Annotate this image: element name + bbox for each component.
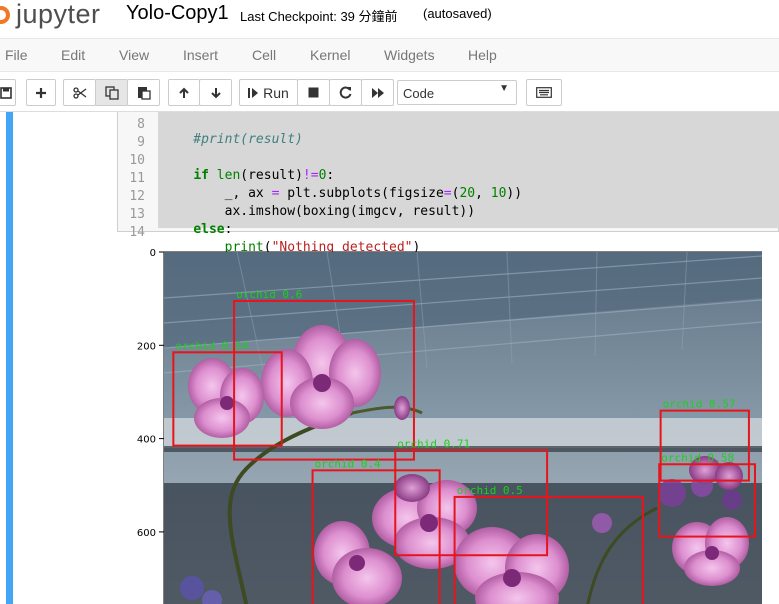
restart-kernel-button[interactable]	[329, 79, 362, 106]
plus-icon	[36, 87, 46, 98]
command-palette-button[interactable]	[526, 79, 562, 106]
cell-type-value: Code	[403, 86, 435, 101]
notebook-container[interactable]: 8 #print(result) 9 10 if len(result)!=0:…	[0, 112, 779, 604]
detection-label: orchid 0.6	[236, 288, 302, 301]
header: jupyter Yolo-Copy1 Last Checkpoint: 39 分…	[0, 0, 779, 38]
move-up-button[interactable]	[168, 79, 200, 106]
menu-widgets[interactable]: Widgets	[384, 47, 435, 63]
photo-orchids	[164, 252, 762, 604]
restart-icon	[339, 86, 352, 99]
cut-button[interactable]	[63, 79, 96, 106]
code-text: #print(result)	[162, 132, 303, 147]
line-number: 8	[137, 117, 145, 132]
output-image-plot: 0 200 400 600 orchid 0.6orchid 0.54orchid 0…	[137, 248, 762, 604]
detection-label: orchid 0.5	[457, 484, 523, 497]
menu-file[interactable]: File	[5, 47, 28, 63]
arrow-up-icon	[179, 87, 189, 98]
menubar: File Edit View Insert Cell Kernel Widget…	[0, 38, 779, 72]
code-text: if len(result)!=0:	[193, 168, 335, 183]
keyboard-icon	[536, 87, 552, 98]
menu-edit[interactable]: Edit	[61, 47, 85, 63]
paste-button[interactable]	[127, 79, 160, 106]
move-down-button[interactable]	[199, 79, 232, 106]
code-text: ax.imshow(boxing(imgcv, result))	[162, 204, 476, 219]
menu-cell[interactable]: Cell	[252, 47, 276, 63]
line-number: 9	[137, 135, 145, 150]
y-tick-label: 0	[150, 248, 156, 259]
checkpoint-status: Last Checkpoint: 39 分鐘前	[240, 9, 398, 24]
y-tick-label: 600	[137, 528, 156, 539]
detection-label: orchid 0.57	[663, 398, 736, 411]
save-icon	[0, 86, 12, 99]
copy-button[interactable]	[95, 79, 128, 106]
chevron-down-icon: ▼	[499, 83, 509, 94]
arrow-down-icon	[210, 87, 221, 98]
stop-icon	[308, 87, 319, 98]
paste-icon	[137, 86, 151, 100]
run-button[interactable]: Run	[239, 79, 298, 106]
line-number: 11	[129, 171, 145, 186]
detection-label: orchid 0.54	[175, 339, 248, 352]
code-line: 13 else:	[0, 192, 232, 237]
line-number: 10	[129, 153, 145, 168]
insert-cell-button[interactable]	[26, 79, 56, 106]
menu-help[interactable]: Help	[468, 47, 497, 63]
detection-label: orchid 0.71	[397, 437, 470, 450]
code-line: 9	[0, 120, 145, 150]
line-number: 13	[129, 207, 145, 222]
save-button[interactable]	[0, 79, 16, 106]
notebook-name[interactable]: Yolo-Copy1	[126, 2, 229, 25]
fast-forward-icon	[371, 87, 384, 98]
code-line: 12 ax.imshow(boxing(imgcv, result))	[0, 174, 475, 219]
code-text: else:	[193, 222, 233, 237]
cut-icon	[72, 86, 86, 99]
y-tick-label: 400	[137, 435, 156, 446]
cell-type-select[interactable]: Code ▼	[397, 80, 517, 105]
restart-run-all-button[interactable]	[361, 79, 394, 106]
run-label: Run	[263, 84, 289, 101]
autosave-status: (autosaved)	[423, 6, 492, 21]
copy-icon	[104, 85, 119, 100]
toolbar: Run	[0, 72, 779, 112]
menu-kernel[interactable]: Kernel	[310, 47, 350, 63]
line-number: 12	[129, 189, 145, 204]
menu-insert[interactable]: Insert	[183, 47, 218, 63]
jupyter-logo-icon	[0, 6, 10, 24]
code-line: 11 _, ax = plt.subplots(figsize=(20, 10)…	[0, 156, 522, 201]
interrupt-button[interactable]	[297, 79, 330, 106]
code-line: 8 #print(result)	[0, 112, 303, 147]
logo-text: jupyter	[16, 0, 101, 29]
detection-label: orchid 0.58	[661, 451, 734, 464]
menu-view[interactable]: View	[119, 47, 149, 63]
detection-label: orchid 0.4	[315, 457, 382, 470]
code-line: 14 print("Nothing detected")	[0, 210, 420, 255]
code-line: 10 if len(result)!=0:	[0, 138, 334, 183]
code-text: _, ax = plt.subplots(figsize=(20, 10))	[162, 186, 523, 201]
step-forward-icon	[248, 87, 259, 98]
y-tick-label: 200	[137, 341, 156, 352]
